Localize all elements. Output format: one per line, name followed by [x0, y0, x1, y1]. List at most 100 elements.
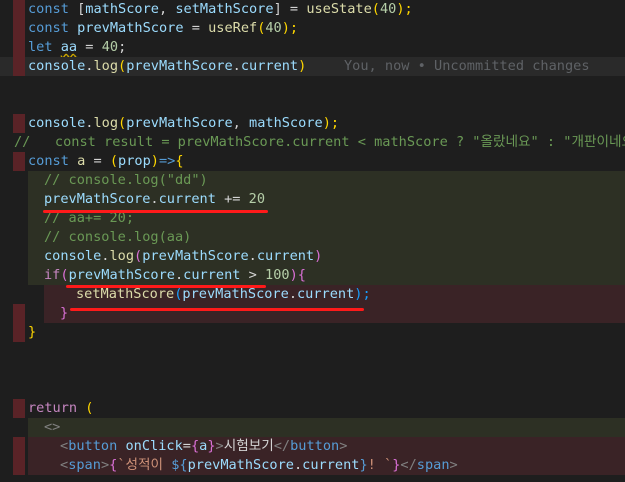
code-token: ( — [371, 1, 380, 17]
code-token: { — [175, 153, 184, 169]
code-token: prevMathScore — [77, 20, 184, 36]
code-token: , — [232, 115, 250, 131]
code-token: ) — [150, 153, 159, 169]
diff-highlight — [28, 418, 625, 437]
code-token: aa — [60, 39, 78, 55]
code-token: 시험보기 — [223, 438, 274, 454]
code-token: . — [288, 286, 297, 302]
code-token: < — [60, 457, 69, 473]
code-line[interactable]: const [mathScore, setMathScore] = useSta… — [0, 0, 625, 19]
code-token: </ — [273, 438, 291, 454]
code-editor[interactable]: const [mathScore, setMathScore] = useSta… — [0, 0, 625, 482]
code-token: } — [359, 457, 368, 473]
code-token: const — [28, 153, 69, 169]
code-token: mathScore — [85, 1, 159, 17]
code-token: console — [44, 248, 102, 264]
code-token: button — [290, 438, 340, 454]
code-token: ) — [289, 267, 298, 283]
code-token: current — [256, 248, 315, 264]
code-token: button — [68, 438, 118, 454]
code-text: // const result = prevMathScore.current … — [14, 133, 625, 152]
code-text: // console.log("dd") — [44, 171, 208, 190]
code-token: ); — [281, 20, 299, 36]
code-token: ( — [77, 400, 94, 416]
code-line[interactable]: // const result = prevMathScore.current … — [0, 133, 625, 152]
code-line[interactable]: } — [0, 323, 625, 342]
code-text: let aa = 40; — [28, 38, 126, 57]
code-token: prevMathScore — [44, 191, 151, 207]
code-token: current — [240, 58, 299, 74]
code-line[interactable]: return ( — [0, 399, 625, 418]
code-token: = — [85, 153, 110, 169]
code-token: log — [109, 248, 135, 264]
code-token: const — [28, 20, 69, 36]
code-token: console — [28, 58, 86, 74]
code-token: prevMathScore — [142, 248, 249, 264]
annotation-underline-increment — [43, 210, 268, 213]
annotation-underline-set-score — [70, 308, 364, 311]
change-marker — [13, 38, 25, 57]
code-token: ! ` — [367, 457, 393, 473]
code-line[interactable]: console.log(prevMathScore.current) — [0, 247, 625, 266]
change-marker — [13, 57, 25, 76]
code-token: > — [449, 457, 458, 473]
code-token: } — [60, 305, 69, 321]
code-token: log — [93, 58, 119, 74]
code-token: > — [339, 438, 348, 454]
code-token: // const result = prevMathScore.current … — [14, 134, 625, 150]
change-marker — [13, 456, 25, 475]
code-token: < — [60, 438, 69, 454]
change-marker — [13, 114, 25, 133]
code-token: useState — [306, 1, 372, 17]
code-token: > — [240, 267, 266, 283]
code-line[interactable]: // console.log(aa) — [0, 228, 625, 247]
code-token: log — [93, 115, 119, 131]
code-token: 40 — [265, 20, 282, 36]
code-text: return ( — [28, 399, 93, 418]
code-token: span — [416, 457, 450, 473]
code-token: ${ — [171, 457, 188, 473]
code-line[interactable]: <span>{`성적이 ${prevMathScore.current}! `}… — [0, 456, 625, 475]
code-text: <span>{`성적이 ${prevMathScore.current}! `}… — [60, 456, 458, 475]
change-marker — [13, 0, 25, 19]
code-token: > — [100, 457, 110, 473]
code-line[interactable]: console.log(prevMathScore.current) You, n… — [0, 57, 625, 76]
code-token: ); — [396, 1, 413, 17]
code-token: <> — [44, 419, 61, 435]
code-line[interactable]: console.log(prevMathScore, mathScore); — [0, 114, 625, 133]
code-line[interactable]: <> — [0, 418, 625, 437]
code-token: prevMathScore — [187, 457, 294, 473]
change-marker — [13, 304, 25, 323]
code-token: ( — [118, 58, 127, 74]
change-marker — [13, 323, 25, 342]
code-token: ] = — [273, 1, 307, 17]
code-line[interactable]: const a = (prop)=>{ — [0, 152, 625, 171]
change-marker — [13, 437, 25, 456]
code-text: <button onClick={a}>시험보기</button> — [60, 437, 347, 456]
code-token: . — [232, 58, 241, 74]
code-token: if — [44, 267, 61, 283]
code-text: // console.log(aa) — [44, 228, 191, 247]
code-token: ) — [314, 248, 323, 264]
code-line[interactable]: } — [0, 304, 625, 323]
code-token: } — [28, 324, 37, 340]
code-line[interactable]: // console.log("dd") — [0, 171, 625, 190]
code-token: useRef — [208, 20, 258, 36]
code-token: setMathScore — [76, 286, 175, 302]
code-token: return — [28, 400, 78, 416]
code-line[interactable]: if(prevMathScore.current > 100){ — [0, 266, 625, 285]
code-token: `성적이 — [117, 457, 172, 473]
code-token: . — [174, 267, 184, 283]
git-blame-annotation: You, now • Uncommitted changes — [344, 58, 590, 74]
code-token: ( — [109, 153, 119, 169]
change-marker — [13, 152, 25, 171]
code-line[interactable]: <button onClick={a}>시험보기</button> — [0, 437, 625, 456]
code-token: ); — [322, 115, 340, 131]
code-token: onClick — [125, 438, 183, 454]
code-line[interactable]: prevMathScore.current += 20 — [0, 190, 625, 209]
code-line[interactable]: let aa = 40; — [0, 38, 625, 57]
code-line[interactable]: const prevMathScore = useRef(40); — [0, 19, 625, 38]
code-token: </ — [400, 457, 417, 473]
